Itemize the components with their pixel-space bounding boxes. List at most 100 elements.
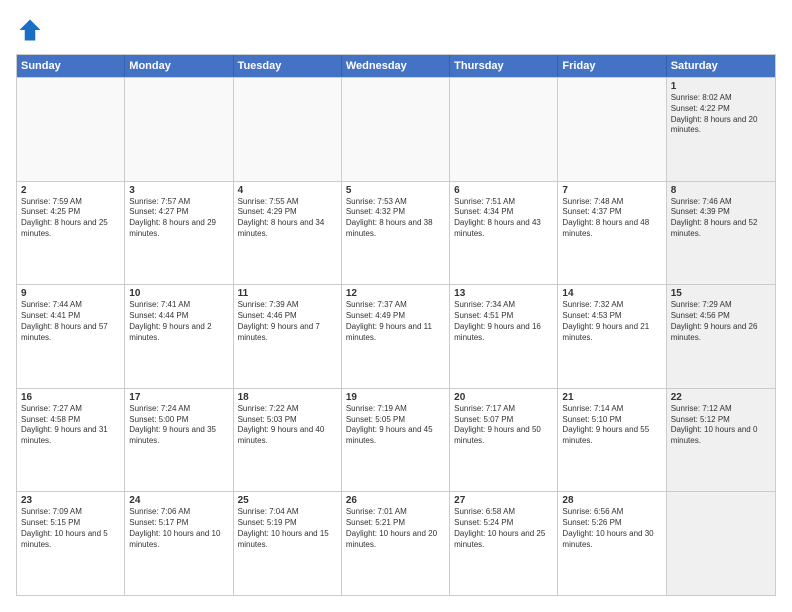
calendar-cell: 14Sunrise: 7:32 AM Sunset: 4:53 PM Dayli… [558, 285, 666, 388]
cell-info: Sunrise: 7:14 AM Sunset: 5:10 PM Dayligh… [562, 404, 661, 447]
cell-info: Sunrise: 8:02 AM Sunset: 4:22 PM Dayligh… [671, 93, 771, 136]
calendar-cell: 23Sunrise: 7:09 AM Sunset: 5:15 PM Dayli… [17, 492, 125, 595]
calendar-row-4: 23Sunrise: 7:09 AM Sunset: 5:15 PM Dayli… [17, 491, 775, 595]
cell-info: Sunrise: 7:29 AM Sunset: 4:56 PM Dayligh… [671, 300, 771, 343]
cell-info: Sunrise: 7:59 AM Sunset: 4:25 PM Dayligh… [21, 197, 120, 240]
day-number: 5 [346, 185, 445, 196]
cell-info: Sunrise: 7:17 AM Sunset: 5:07 PM Dayligh… [454, 404, 553, 447]
day-header-sunday: Sunday [17, 55, 125, 77]
day-number: 15 [671, 288, 771, 299]
day-number: 11 [238, 288, 337, 299]
cell-info: Sunrise: 7:57 AM Sunset: 4:27 PM Dayligh… [129, 197, 228, 240]
calendar: SundayMondayTuesdayWednesdayThursdayFrid… [16, 54, 776, 596]
day-number: 1 [671, 81, 771, 92]
calendar-cell: 26Sunrise: 7:01 AM Sunset: 5:21 PM Dayli… [342, 492, 450, 595]
day-number: 27 [454, 495, 553, 506]
logo [16, 16, 48, 44]
calendar-cell: 16Sunrise: 7:27 AM Sunset: 4:58 PM Dayli… [17, 389, 125, 492]
calendar-cell: 21Sunrise: 7:14 AM Sunset: 5:10 PM Dayli… [558, 389, 666, 492]
cell-info: Sunrise: 7:32 AM Sunset: 4:53 PM Dayligh… [562, 300, 661, 343]
day-number: 16 [21, 392, 120, 403]
cell-info: Sunrise: 7:19 AM Sunset: 5:05 PM Dayligh… [346, 404, 445, 447]
calendar-row-2: 9Sunrise: 7:44 AM Sunset: 4:41 PM Daylig… [17, 284, 775, 388]
day-number: 19 [346, 392, 445, 403]
cell-info: Sunrise: 7:44 AM Sunset: 4:41 PM Dayligh… [21, 300, 120, 343]
calendar-cell: 9Sunrise: 7:44 AM Sunset: 4:41 PM Daylig… [17, 285, 125, 388]
cell-info: Sunrise: 7:48 AM Sunset: 4:37 PM Dayligh… [562, 197, 661, 240]
calendar-cell [667, 492, 775, 595]
calendar-cell: 27Sunrise: 6:58 AM Sunset: 5:24 PM Dayli… [450, 492, 558, 595]
day-number: 18 [238, 392, 337, 403]
cell-info: Sunrise: 7:34 AM Sunset: 4:51 PM Dayligh… [454, 300, 553, 343]
calendar-cell: 17Sunrise: 7:24 AM Sunset: 5:00 PM Dayli… [125, 389, 233, 492]
calendar-cell [558, 78, 666, 181]
calendar-cell: 24Sunrise: 7:06 AM Sunset: 5:17 PM Dayli… [125, 492, 233, 595]
cell-info: Sunrise: 7:37 AM Sunset: 4:49 PM Dayligh… [346, 300, 445, 343]
cell-info: Sunrise: 7:41 AM Sunset: 4:44 PM Dayligh… [129, 300, 228, 343]
day-header-tuesday: Tuesday [234, 55, 342, 77]
day-number: 22 [671, 392, 771, 403]
cell-info: Sunrise: 7:22 AM Sunset: 5:03 PM Dayligh… [238, 404, 337, 447]
cell-info: Sunrise: 7:24 AM Sunset: 5:00 PM Dayligh… [129, 404, 228, 447]
day-number: 21 [562, 392, 661, 403]
day-number: 24 [129, 495, 228, 506]
calendar-cell: 22Sunrise: 7:12 AM Sunset: 5:12 PM Dayli… [667, 389, 775, 492]
calendar-cell: 6Sunrise: 7:51 AM Sunset: 4:34 PM Daylig… [450, 182, 558, 285]
day-number: 13 [454, 288, 553, 299]
calendar-cell: 5Sunrise: 7:53 AM Sunset: 4:32 PM Daylig… [342, 182, 450, 285]
day-number: 17 [129, 392, 228, 403]
cell-info: Sunrise: 7:39 AM Sunset: 4:46 PM Dayligh… [238, 300, 337, 343]
page: SundayMondayTuesdayWednesdayThursdayFrid… [0, 0, 792, 612]
calendar-cell: 15Sunrise: 7:29 AM Sunset: 4:56 PM Dayli… [667, 285, 775, 388]
cell-info: Sunrise: 7:55 AM Sunset: 4:29 PM Dayligh… [238, 197, 337, 240]
day-header-monday: Monday [125, 55, 233, 77]
day-number: 3 [129, 185, 228, 196]
calendar-cell: 13Sunrise: 7:34 AM Sunset: 4:51 PM Dayli… [450, 285, 558, 388]
cell-info: Sunrise: 6:56 AM Sunset: 5:26 PM Dayligh… [562, 507, 661, 550]
day-header-friday: Friday [558, 55, 666, 77]
day-number: 10 [129, 288, 228, 299]
day-number: 28 [562, 495, 661, 506]
day-header-wednesday: Wednesday [342, 55, 450, 77]
calendar-cell: 3Sunrise: 7:57 AM Sunset: 4:27 PM Daylig… [125, 182, 233, 285]
day-number: 7 [562, 185, 661, 196]
calendar-cell: 18Sunrise: 7:22 AM Sunset: 5:03 PM Dayli… [234, 389, 342, 492]
calendar-cell: 12Sunrise: 7:37 AM Sunset: 4:49 PM Dayli… [342, 285, 450, 388]
cell-info: Sunrise: 6:58 AM Sunset: 5:24 PM Dayligh… [454, 507, 553, 550]
calendar-cell: 7Sunrise: 7:48 AM Sunset: 4:37 PM Daylig… [558, 182, 666, 285]
cell-info: Sunrise: 7:12 AM Sunset: 5:12 PM Dayligh… [671, 404, 771, 447]
calendar-body: 1Sunrise: 8:02 AM Sunset: 4:22 PM Daylig… [17, 77, 775, 595]
cell-info: Sunrise: 7:51 AM Sunset: 4:34 PM Dayligh… [454, 197, 553, 240]
calendar-cell: 1Sunrise: 8:02 AM Sunset: 4:22 PM Daylig… [667, 78, 775, 181]
day-header-saturday: Saturday [667, 55, 775, 77]
day-number: 6 [454, 185, 553, 196]
day-number: 4 [238, 185, 337, 196]
calendar-cell: 28Sunrise: 6:56 AM Sunset: 5:26 PM Dayli… [558, 492, 666, 595]
calendar-cell: 2Sunrise: 7:59 AM Sunset: 4:25 PM Daylig… [17, 182, 125, 285]
logo-icon [16, 16, 44, 44]
cell-info: Sunrise: 7:27 AM Sunset: 4:58 PM Dayligh… [21, 404, 120, 447]
calendar-cell [17, 78, 125, 181]
day-number: 20 [454, 392, 553, 403]
calendar-cell: 19Sunrise: 7:19 AM Sunset: 5:05 PM Dayli… [342, 389, 450, 492]
cell-info: Sunrise: 7:01 AM Sunset: 5:21 PM Dayligh… [346, 507, 445, 550]
day-header-thursday: Thursday [450, 55, 558, 77]
calendar-row-1: 2Sunrise: 7:59 AM Sunset: 4:25 PM Daylig… [17, 181, 775, 285]
day-number: 14 [562, 288, 661, 299]
calendar-cell: 20Sunrise: 7:17 AM Sunset: 5:07 PM Dayli… [450, 389, 558, 492]
cell-info: Sunrise: 7:09 AM Sunset: 5:15 PM Dayligh… [21, 507, 120, 550]
day-number: 8 [671, 185, 771, 196]
calendar-cell: 11Sunrise: 7:39 AM Sunset: 4:46 PM Dayli… [234, 285, 342, 388]
calendar-cell: 25Sunrise: 7:04 AM Sunset: 5:19 PM Dayli… [234, 492, 342, 595]
calendar-cell: 10Sunrise: 7:41 AM Sunset: 4:44 PM Dayli… [125, 285, 233, 388]
calendar-row-0: 1Sunrise: 8:02 AM Sunset: 4:22 PM Daylig… [17, 77, 775, 181]
day-number: 25 [238, 495, 337, 506]
calendar-cell: 8Sunrise: 7:46 AM Sunset: 4:39 PM Daylig… [667, 182, 775, 285]
calendar-cell [125, 78, 233, 181]
cell-info: Sunrise: 7:53 AM Sunset: 4:32 PM Dayligh… [346, 197, 445, 240]
day-number: 9 [21, 288, 120, 299]
calendar-cell [234, 78, 342, 181]
calendar-header: SundayMondayTuesdayWednesdayThursdayFrid… [17, 55, 775, 77]
day-number: 2 [21, 185, 120, 196]
calendar-cell [342, 78, 450, 181]
